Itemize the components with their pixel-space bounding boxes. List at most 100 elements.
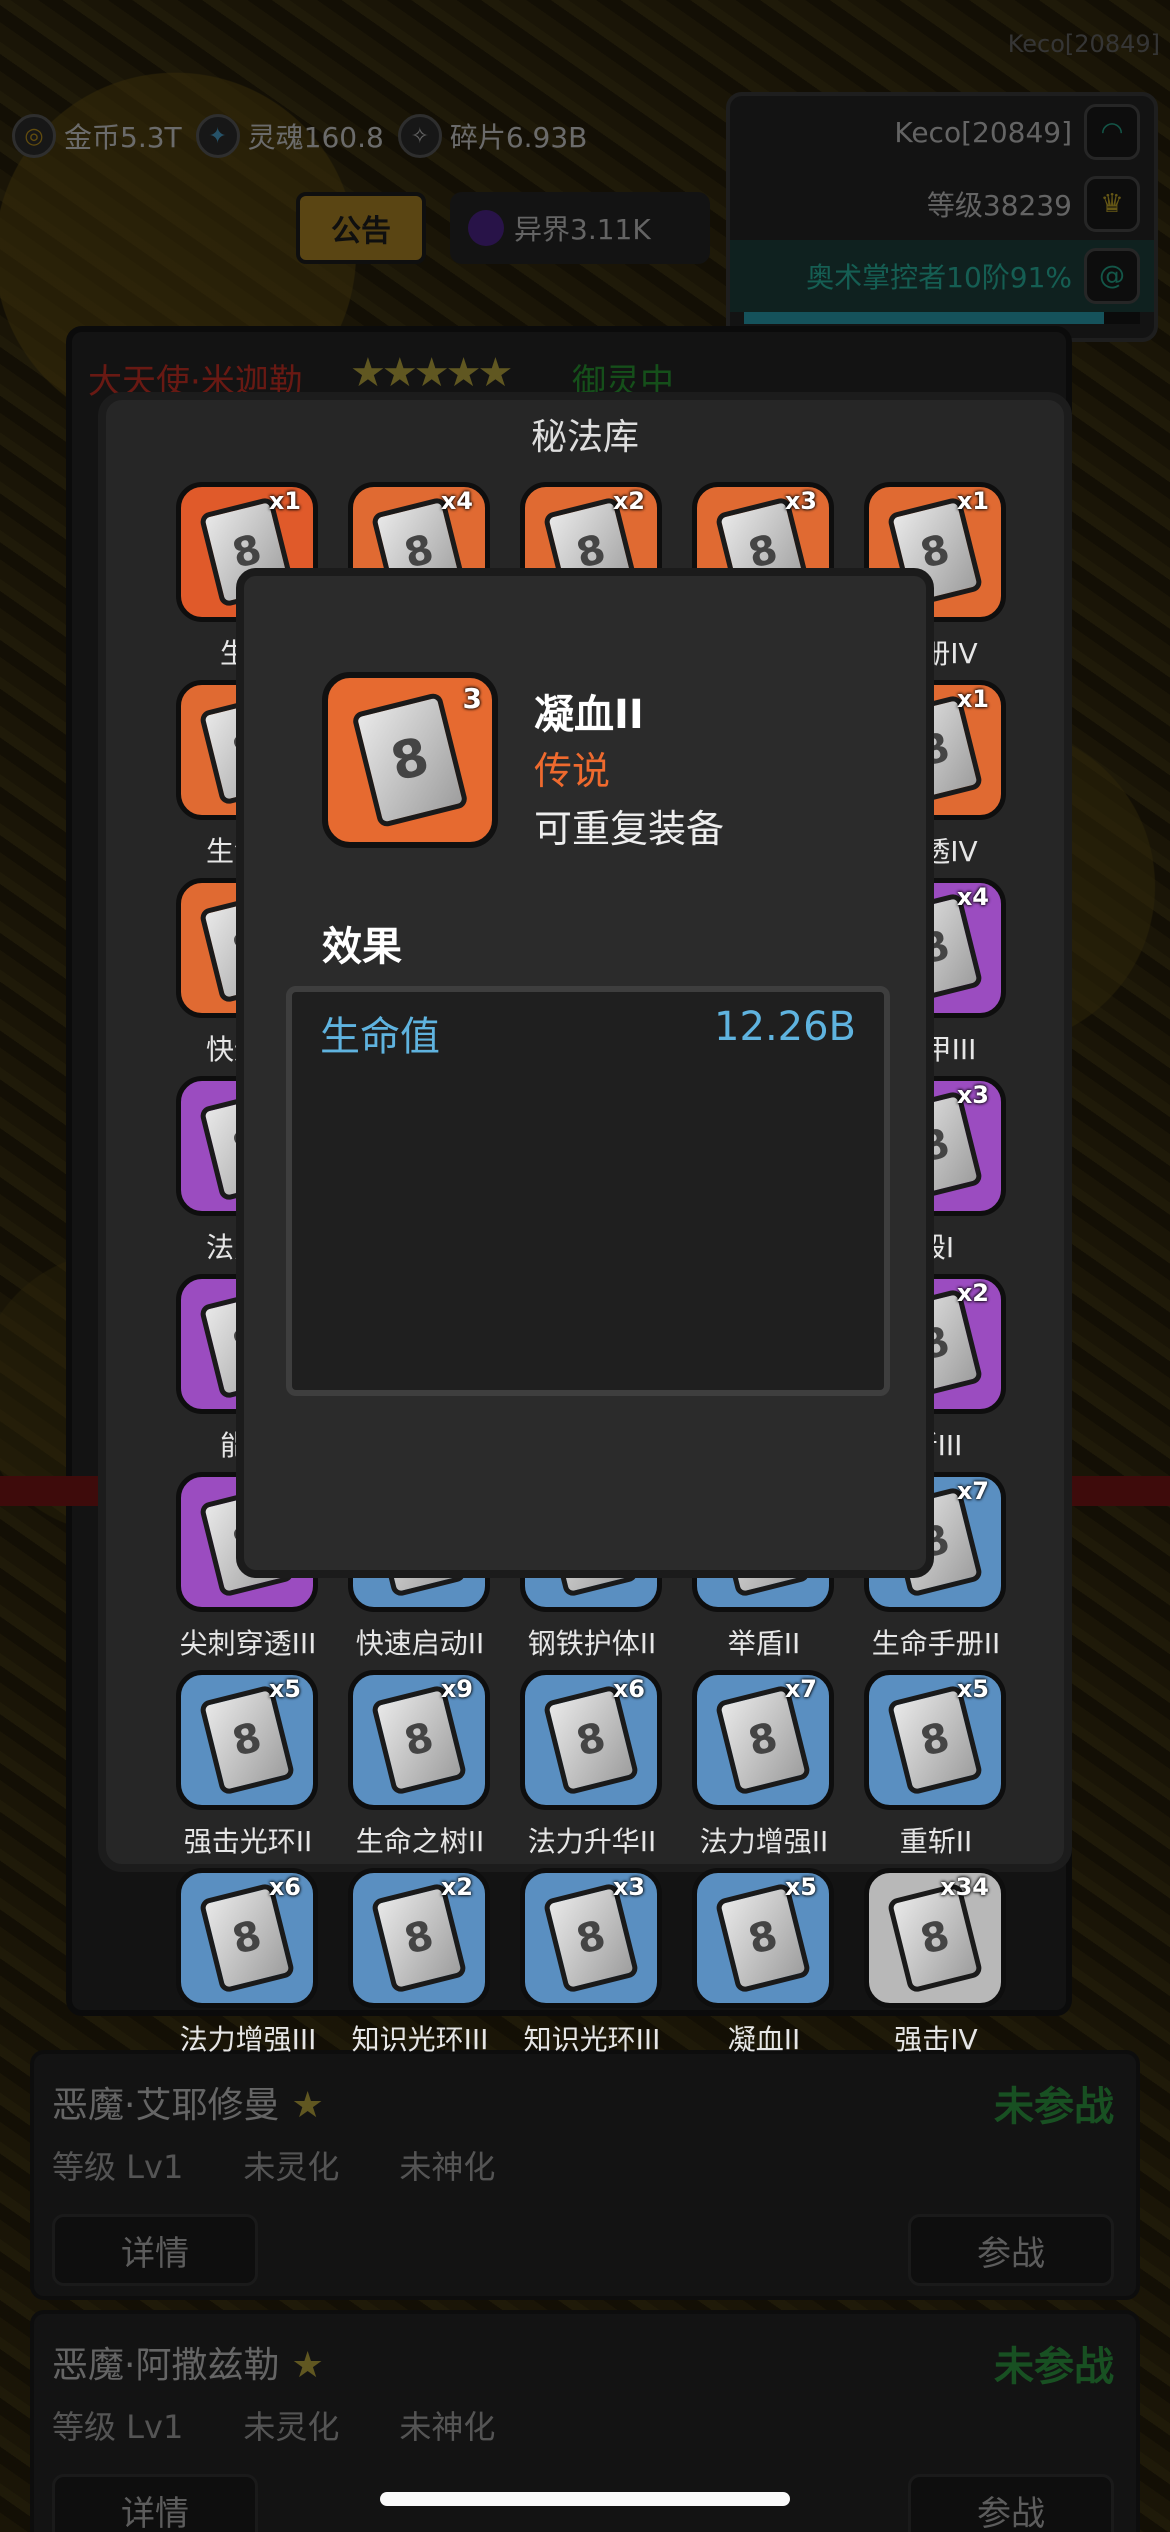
- arcane-library-title: 秘法库: [530, 417, 639, 458]
- arcane-item-count: x3: [956, 1081, 989, 1109]
- hero-card-divine: 未神化: [399, 2408, 496, 2446]
- arcane-item-tile: 8 x3: [520, 1868, 662, 2008]
- arcane-item-count: x7: [956, 1477, 989, 1505]
- arcane-item-count: x6: [268, 1873, 301, 1901]
- arcane-item-tile: 8 x2: [348, 1868, 490, 2008]
- hero-card-status: 未参战: [994, 2084, 1114, 2130]
- arcane-item-count: x4: [440, 487, 473, 515]
- arcane-item-name: 重斩II: [899, 1825, 973, 1858]
- detail-button[interactable]: 详情: [52, 2474, 258, 2532]
- arcane-item[interactable]: 8 x5 强击光环II: [162, 1670, 334, 1868]
- fragment-icon: ✧: [397, 114, 442, 158]
- otherworld-value: 异界3.11K: [514, 213, 651, 246]
- join-battle-button[interactable]: 参战: [908, 2214, 1114, 2286]
- item-detail-popup: 8 3 凝血II 传说 可重复装备 效果 生命值 12.26B: [236, 568, 934, 1578]
- star-icon: ★: [291, 2345, 324, 2386]
- hero-card-name: 恶魔·阿撒兹勒 ★: [52, 2336, 324, 2388]
- player-info-panel: Keco[20849] ◠ 等级38239 ♛ 奥术掌控者10阶91% @: [726, 92, 1158, 342]
- arcane-item-count: x1: [956, 685, 989, 713]
- arcane-item-tile: 8 x5: [176, 1670, 318, 1810]
- arcane-item[interactable]: 8 x6 法力增强III: [162, 1868, 334, 2066]
- player-name-row[interactable]: Keco[20849] ◠: [730, 96, 1154, 168]
- effect-title: 效果: [322, 924, 402, 970]
- arcane-item-name: 强击IV: [894, 2023, 978, 2056]
- hero-card-name: 恶魔·艾耶修曼 ★: [52, 2076, 324, 2128]
- player-id-ghost: Keco[20849]: [1007, 30, 1160, 58]
- arcane-item-tile: 8 x6: [176, 1868, 318, 2008]
- game-screen: Keco[20849] ◎ 金币5.3T ✦ 灵魂160.8 ✧ 碎片6.93B 公告…: [0, 0, 1170, 2532]
- gold-resource[interactable]: ◎ 金币5.3T: [12, 114, 182, 158]
- arcane-item-tile: 8 x6: [520, 1670, 662, 1810]
- arcane-item[interactable]: 8 x5 凝血II: [678, 1868, 850, 2066]
- otherworld-resource[interactable]: 异界3.11K: [450, 192, 710, 264]
- arcane-item-count: x2: [612, 487, 645, 515]
- arcane-item-name: 凝血II: [727, 2023, 801, 2056]
- player-title: 奥术掌控者10阶91%: [806, 261, 1072, 294]
- crown-icon: ♛: [1084, 176, 1140, 232]
- join-battle-button[interactable]: 参战: [908, 2474, 1114, 2532]
- item-detail-name: 凝血II: [534, 692, 644, 738]
- arcane-item-count: x3: [612, 1873, 645, 1901]
- arcane-item-count: x5: [268, 1675, 301, 1703]
- arcane-item-count: x1: [268, 487, 301, 515]
- fragment-value: 碎片6.93B: [449, 121, 588, 154]
- arcane-item[interactable]: 8 x6 法力升华II: [506, 1670, 678, 1868]
- arcane-item-name: 法力升华II: [527, 1825, 657, 1858]
- otherworld-icon: [468, 210, 504, 246]
- star-icon: ★: [291, 2085, 324, 2126]
- arcane-item-count: x9: [440, 1675, 473, 1703]
- notice-button[interactable]: 公告: [296, 192, 426, 264]
- player-level: 等级38239: [926, 189, 1072, 222]
- hero-card-spirit: 未灵化: [243, 2408, 340, 2446]
- item-detail-count: 3: [462, 682, 482, 715]
- signal-icon: ◠: [1084, 104, 1140, 160]
- arcane-item-name: 钢铁护体II: [527, 1627, 657, 1660]
- hero-card-level: 等级 Lv1: [52, 2148, 184, 2186]
- arcane-item[interactable]: 8 x34 强击IV: [850, 1868, 1022, 2066]
- player-level-row[interactable]: 等级38239 ♛: [730, 168, 1154, 240]
- arcane-item-tile: 8 x9: [348, 1670, 490, 1810]
- arcane-item-count: x2: [440, 1873, 473, 1901]
- fragment-resource[interactable]: ✧ 碎片6.93B: [397, 114, 588, 158]
- hero-card-1: 恶魔·艾耶修曼 ★ 未参战 等级 Lv1 未灵化 未神化 详情 参战: [30, 2050, 1140, 2300]
- swirl-icon: @: [1084, 248, 1140, 304]
- hero-card-divine: 未神化: [399, 2148, 496, 2186]
- hero-card-spirit: 未灵化: [243, 2148, 340, 2186]
- xp-progress-bar: [744, 312, 1140, 324]
- arcane-item-count: x5: [956, 1675, 989, 1703]
- arcane-item-name: 生命之树II: [355, 1825, 485, 1858]
- home-indicator[interactable]: [380, 2492, 790, 2506]
- gold-coin-icon: ◎: [12, 114, 56, 158]
- player-name: Keco[20849]: [894, 115, 1072, 149]
- hero-card-status: 未参战: [994, 2344, 1114, 2390]
- effect-row: 生命值 12.26B: [292, 992, 884, 1062]
- detail-button[interactable]: 详情: [52, 2214, 258, 2286]
- effect-box: 生命值 12.26B: [286, 986, 890, 1396]
- arcane-book-icon: 8: [351, 691, 469, 829]
- hero-card-name-text: 恶魔·艾耶修曼: [52, 2085, 280, 2126]
- resource-bar: ◎ 金币5.3T ✦ 灵魂160.8 ✧ 碎片6.93B: [0, 100, 720, 172]
- arcane-item-tile: 8 x5: [864, 1670, 1006, 1810]
- arcane-item[interactable]: 8 x7 法力增强II: [678, 1670, 850, 1868]
- item-detail-icon: 8 3: [322, 672, 498, 848]
- arcane-item-count: x5: [784, 1873, 817, 1901]
- arcane-item-tile: 8 x34: [864, 1868, 1006, 2008]
- arcane-item-name: 知识光环III: [523, 2023, 661, 2056]
- arcane-item[interactable]: 8 x3 知识光环III: [506, 1868, 678, 2066]
- arcane-item-name: 知识光环III: [351, 2023, 489, 2056]
- arcane-item-count: x7: [784, 1675, 817, 1703]
- arcane-item-name: 尖刺穿透III: [179, 1627, 317, 1660]
- player-title-row[interactable]: 奥术掌控者10阶91% @: [730, 240, 1154, 312]
- arcane-item-count: x4: [956, 883, 989, 911]
- arcane-item[interactable]: 8 x5 重斩II: [850, 1670, 1022, 1868]
- arcane-item[interactable]: 8 x9 生命之树II: [334, 1670, 506, 1868]
- hero-card-stats: 等级 Lv1 未灵化 未神化: [52, 2142, 495, 2188]
- hero-stars: ★★★★★: [350, 350, 513, 396]
- hero-card-level: 等级 Lv1: [52, 2408, 184, 2446]
- arcane-item[interactable]: 8 x2 知识光环III: [334, 1868, 506, 2066]
- arcane-item-name: 举盾II: [727, 1627, 801, 1660]
- arcane-item-tile: 8 x5: [692, 1868, 834, 2008]
- soul-resource[interactable]: ✦ 灵魂160.8: [195, 114, 384, 158]
- hero-card-name-text: 恶魔·阿撒兹勒: [52, 2345, 280, 2386]
- arcane-item-name: 法力增强II: [699, 1825, 829, 1858]
